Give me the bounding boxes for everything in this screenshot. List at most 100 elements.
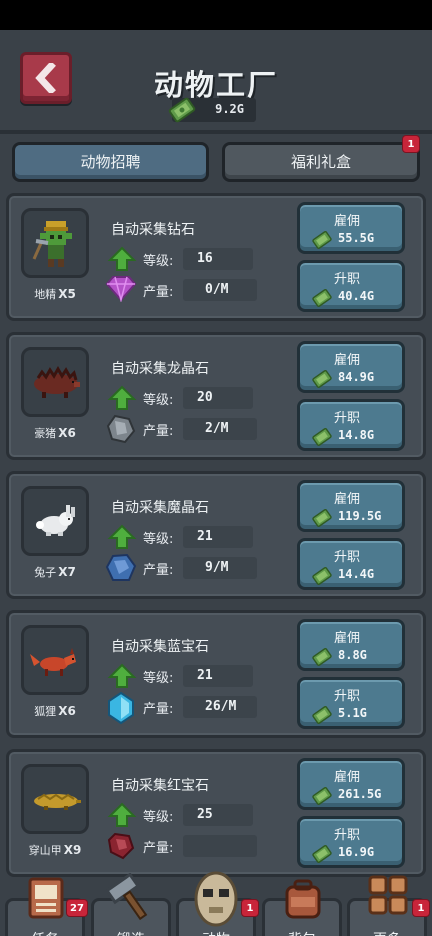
promote-cost: 14.8G (338, 428, 375, 442)
level-value-box (183, 665, 253, 687)
nav-quest[interactable]: 27 任务 (5, 877, 88, 936)
animal-portrait (21, 486, 89, 556)
diamond-icon (105, 276, 137, 302)
level-up-arrow-icon (107, 385, 137, 410)
animal-count: X5 (58, 287, 76, 301)
animal-portrait (21, 347, 89, 417)
promote-label: 升职 (334, 272, 361, 287)
cash-icon (312, 231, 332, 249)
cash-icon (312, 428, 332, 446)
notification-badge: 1 (412, 899, 430, 917)
backpack-icon (285, 879, 321, 919)
production-value-box (183, 835, 257, 857)
goblin-icon (32, 221, 72, 267)
hire-button[interactable]: 雇佣 261.5G (297, 758, 405, 810)
tab-label: 福利礼盒 (290, 153, 351, 171)
animal-card-goblin: 地精 X5 自动采集钻石 等级: 16 产量: 0/M 雇佣 55.5G 升职 4… (6, 193, 426, 321)
production-label: 产量: (143, 285, 174, 300)
level-value-box (183, 387, 253, 409)
rabbit-icon (36, 505, 75, 536)
animal-card-rabbit: 兔子 X7 自动采集魔晶石 等级: 21 产量: 9/M 雇佣 119.5G 升职… (6, 471, 426, 599)
task-description: 自动采集钻石 (111, 222, 195, 238)
nav-label: 更多 (350, 929, 424, 936)
animal-count: X9 (63, 843, 82, 857)
promote-cost: 16.9G (338, 845, 375, 859)
header-divider (0, 130, 432, 134)
nav-animal[interactable]: 1 动物 (176, 871, 259, 936)
cash-icon (312, 706, 332, 724)
task-description: 自动采集红宝石 (111, 778, 209, 794)
production-value: 2/M (205, 421, 229, 436)
nav-backpack[interactable]: 背包 (262, 879, 342, 936)
notification-badge: 1 (402, 135, 420, 153)
cash-icon (312, 370, 332, 388)
quest-icon (28, 877, 64, 919)
level-label: 等级: (143, 532, 174, 547)
level-value-box (183, 248, 253, 270)
cash-icon (312, 289, 332, 307)
hire-cost: 55.5G (338, 231, 375, 245)
nav-forge[interactable]: 锻造 (91, 873, 171, 936)
nav-label: 任务 (8, 929, 82, 936)
production-label: 产量: (143, 702, 174, 717)
fox-icon (30, 648, 76, 676)
hire-cost: 8.8G (338, 648, 367, 662)
animal-name: 穿山甲 X9 (9, 842, 101, 858)
promote-label: 升职 (334, 550, 361, 565)
animal-portrait (21, 208, 89, 278)
animal-card-pangolin: 穿山甲 X9 自动采集红宝石 等级: 25 产量: 雇佣 261.5G 升职 16… (6, 749, 426, 877)
pangolin-icon (34, 793, 81, 810)
nav-label: 动物 (179, 929, 253, 936)
promote-button[interactable]: 升职 40.4G (297, 260, 405, 312)
animal-card-fox: 狐狸 X6 自动采集蓝宝石 等级: 21 产量: 26/M 雇佣 8.8G 升职 … (6, 610, 426, 738)
nav-label: 锻造 (94, 929, 168, 936)
tab-label: 动物招聘 (80, 153, 141, 171)
level-label: 等级: (143, 810, 174, 825)
level-value: 16 (197, 251, 213, 266)
promote-cost: 40.4G (338, 289, 375, 303)
hire-cost: 84.9G (338, 370, 375, 384)
animal-name: 狐狸 X6 (9, 703, 101, 719)
cash-icon (312, 787, 332, 805)
tab-welfare-gift-box[interactable]: 福利礼盒 1 (222, 135, 420, 182)
hire-cost: 119.5G (338, 509, 382, 523)
hammer-icon (104, 873, 148, 921)
cash-icon (312, 567, 332, 585)
hire-button[interactable]: 雇佣 84.9G (297, 341, 405, 393)
animal-name-text: 豪猪 (34, 427, 57, 440)
hire-label: 雇佣 (334, 770, 361, 785)
nav-label: 背包 (265, 929, 339, 936)
promote-button[interactable]: 升职 14.4G (297, 538, 405, 590)
animal-icon (194, 871, 238, 927)
hire-button[interactable]: 雇佣 8.8G (297, 619, 405, 671)
level-up-arrow-icon (107, 524, 137, 549)
level-up-arrow-icon (107, 802, 137, 827)
level-label: 等级: (143, 671, 174, 686)
promote-button[interactable]: 升职 5.1G (297, 677, 405, 729)
notification-badge: 1 (241, 899, 259, 917)
production-label: 产量: (143, 841, 174, 856)
level-value-box (183, 804, 253, 826)
porcupine-icon (34, 365, 80, 398)
promote-label: 升职 (334, 689, 361, 704)
currency-amount: 9.2G (215, 102, 244, 116)
promote-label: 升职 (334, 828, 361, 843)
production-value: 0/M (205, 282, 229, 297)
hire-button[interactable]: 雇佣 55.5G (297, 202, 405, 254)
tab-animal-recruit[interactable]: 动物招聘 (12, 142, 209, 182)
animal-count: X6 (58, 426, 76, 440)
nav-more[interactable]: 1 更多 (347, 875, 430, 936)
promote-cost: 5.1G (338, 706, 367, 720)
cash-icon (168, 97, 196, 123)
animal-name: 兔子 X7 (9, 564, 101, 580)
level-value: 20 (197, 390, 213, 405)
level-value: 21 (197, 668, 213, 683)
hire-button[interactable]: 雇佣 119.5G (297, 480, 405, 532)
production-label: 产量: (143, 563, 174, 578)
notification-badge: 27 (66, 899, 88, 917)
cash-icon (312, 509, 332, 527)
promote-button[interactable]: 升职 14.8G (297, 399, 405, 451)
production-value: 9/M (205, 560, 229, 575)
level-label: 等级: (143, 393, 174, 408)
animal-name-text: 穿山甲 (28, 844, 62, 857)
